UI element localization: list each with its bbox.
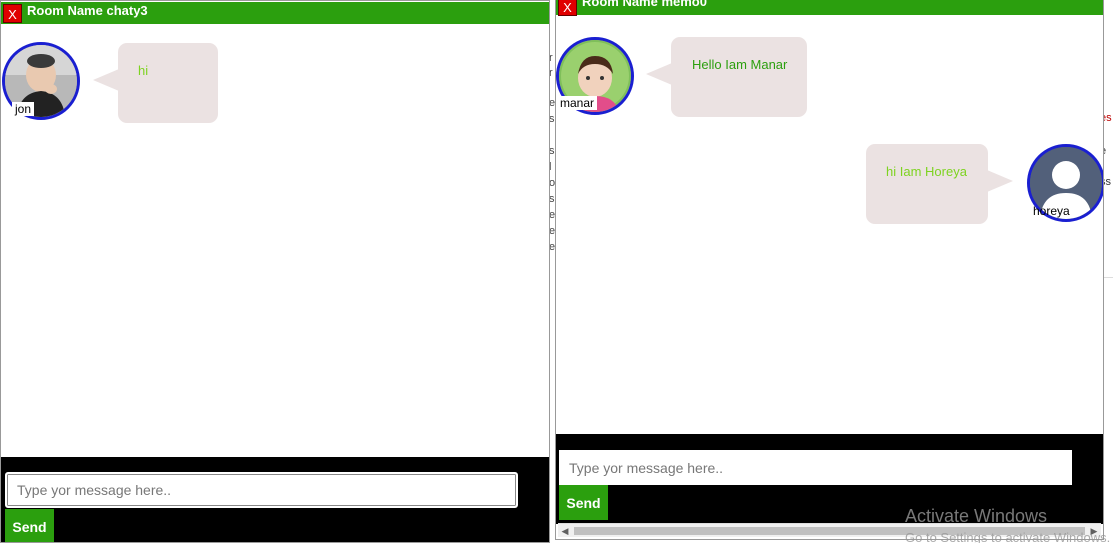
send-button[interactable]: Send — [5, 509, 54, 542]
send-button[interactable]: Send — [559, 485, 608, 520]
close-button[interactable]: X — [558, 0, 577, 16]
message-text: Hello Iam Manar — [692, 57, 788, 72]
message-text: hi Iam Horeya — [886, 164, 967, 179]
room-title: Room Name chaty3 — [27, 3, 148, 18]
message-input[interactable] — [559, 450, 1072, 485]
close-button[interactable]: X — [3, 4, 22, 23]
username-label: horeya — [1033, 204, 1070, 218]
username-label: jon — [12, 102, 35, 116]
activate-windows-subtext: Go to Settings to activate Windows. — [905, 530, 1111, 543]
bg-divider — [1103, 277, 1113, 278]
chat-titlebar[interactable]: X Room Name chaty3 — [1, 2, 549, 24]
username-label: manar — [557, 96, 598, 110]
chat-titlebar[interactable]: X Room Name memo0 — [556, 0, 1103, 16]
scroll-left-icon[interactable]: ◀ — [558, 524, 572, 538]
message-bubble: hi — [93, 43, 218, 123]
chat-footer: Send — [1, 457, 549, 542]
chat-window-chaty3: X Room Name chaty3 jon hi Send — [0, 0, 550, 543]
activate-windows-watermark: Activate Windows — [905, 506, 1048, 526]
room-title: Room Name memo0 — [582, 0, 707, 9]
message-text: hi — [138, 63, 149, 78]
message-input[interactable] — [5, 472, 518, 508]
message-bubble: Hello Iam Manar — [646, 37, 807, 117]
chat-window-memo0: X Room Name memo0 manar Hello Iam Manar … — [555, 0, 1104, 540]
message-bubble: hi Iam Horeya — [866, 144, 1013, 224]
